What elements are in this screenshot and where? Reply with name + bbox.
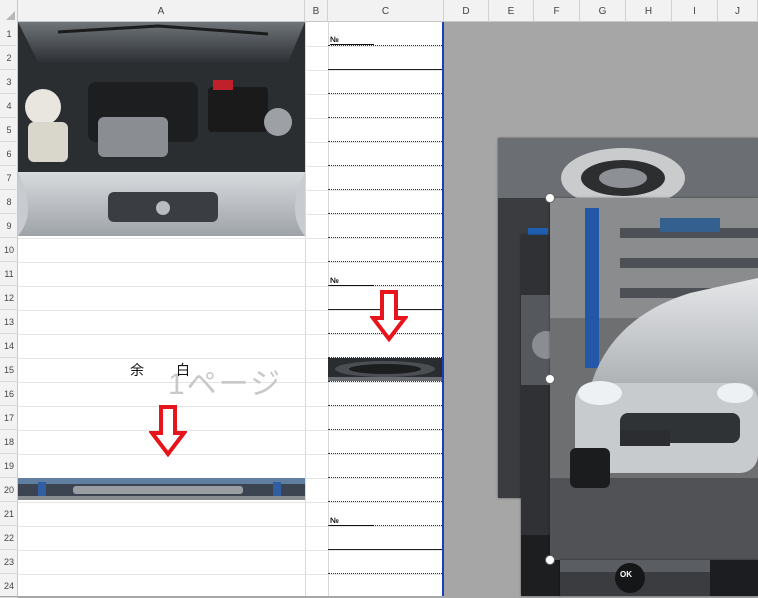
column-c-rule [328,45,442,46]
grid-row-line [18,406,444,407]
column-header-b[interactable]: B [305,0,328,22]
row-header-4[interactable]: 4 [0,94,18,118]
row-header-19[interactable]: 19 [0,454,18,478]
silver-car-photo[interactable] [550,198,758,560]
margin-char-1: 余 [130,362,144,378]
column-c-rule [328,405,442,406]
row-header-7[interactable]: 7 [0,166,18,190]
wheel-strip-photo[interactable] [328,358,442,381]
column-c-rule [328,501,442,502]
grid-row-line [18,262,444,263]
scan-tool-ok-button[interactable]: OK [620,570,632,579]
row-header-bar: 1 2 3 4 5 6 7 8 9 10 11 12 13 14 15 16 17 18 19 20 21 22 23 24 [0,22,18,598]
row-header-2[interactable]: 2 [0,46,18,70]
row-header-24[interactable]: 24 [0,574,18,598]
no-underline-2 [330,285,374,286]
row-header-18[interactable]: 18 [0,430,18,454]
column-header-h[interactable]: H [626,0,672,22]
grid-row-line [18,550,444,551]
row-header-1[interactable]: 1 [0,22,18,46]
print-area[interactable]: 1ページ 余 白 № № № [18,22,444,596]
column-c-rule [328,165,442,166]
row-header-9[interactable]: 9 [0,214,18,238]
column-c-rule [328,117,442,118]
row-header-12[interactable]: 12 [0,286,18,310]
row-header-17[interactable]: 17 [0,406,18,430]
row-header-22[interactable]: 22 [0,526,18,550]
column-c-rule [328,69,442,70]
grid-row-line [18,502,444,503]
row-header-3[interactable]: 3 [0,70,18,94]
column-c-rule [328,141,442,142]
row-header-13[interactable]: 13 [0,310,18,334]
page-break-border [442,22,444,596]
column-header-bar: A B C D E F G H I J [0,0,758,22]
resize-handle-bottom-left[interactable] [545,555,555,565]
row-header-20[interactable]: 20 [0,478,18,502]
row-header-23[interactable]: 23 [0,550,18,574]
no-underline-3 [330,525,374,526]
column-header-e[interactable]: E [489,0,534,22]
column-header-f[interactable]: F [534,0,580,22]
column-c-rule [328,549,442,550]
no-label-2: № [330,276,339,285]
no-label-3: № [330,516,339,525]
scan-tool-photo[interactable]: OK [560,560,758,596]
row-header-15[interactable]: 15 [0,358,18,382]
engine-bay-photo[interactable] [18,22,305,236]
column-c-rule [328,213,442,214]
grid-row-line [18,286,444,287]
red-down-arrow-icon-c [370,290,408,342]
column-c-rule [328,237,442,238]
column-c-rule [328,453,442,454]
grid-line-ab [305,22,306,596]
row-header-14[interactable]: 14 [0,334,18,358]
row-header-8[interactable]: 8 [0,190,18,214]
row-header-5[interactable]: 5 [0,118,18,142]
resize-handle-middle-left[interactable] [545,374,555,384]
column-header-j[interactable]: J [718,0,758,22]
column-header-d[interactable]: D [444,0,489,22]
red-down-arrow-icon [149,405,187,457]
margin-char-2: 白 [176,362,190,378]
column-c-rule [328,477,442,478]
grid-row-line [18,574,444,575]
select-all-corner[interactable] [0,0,18,22]
column-c-rule [328,573,442,574]
grid-row-line [18,238,444,239]
column-c-rule [328,189,442,190]
column-c-rule [328,429,442,430]
row-header-6[interactable]: 6 [0,142,18,166]
grid-row-line [18,526,444,527]
row-header-11[interactable]: 11 [0,262,18,286]
no-label-1: № [330,35,339,44]
resize-handle-top-left[interactable] [545,193,555,203]
row-header-10[interactable]: 10 [0,238,18,262]
grid-row-line [18,430,444,431]
column-c-rule [328,261,442,262]
row-header-21[interactable]: 21 [0,502,18,526]
row-header-16[interactable]: 16 [0,382,18,406]
column-c-rule [328,93,442,94]
column-header-c[interactable]: C [328,0,444,22]
column-header-g[interactable]: G [580,0,626,22]
column-header-a[interactable]: A [18,0,305,22]
no-underline-1 [330,44,374,45]
column-c-rule [328,381,442,382]
grid-row-line [18,454,444,455]
select-all-triangle-icon [6,11,15,20]
car-underbody-photo[interactable] [18,478,305,500]
column-header-i[interactable]: I [672,0,718,22]
